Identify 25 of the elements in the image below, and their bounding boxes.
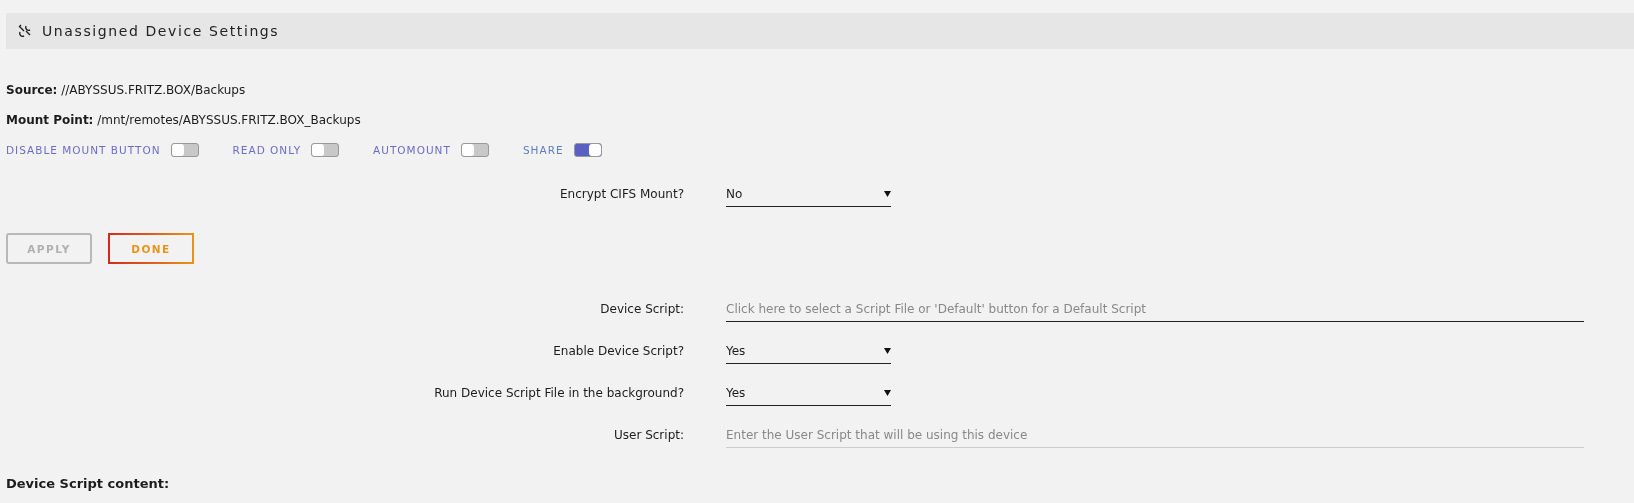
field-label: Run Device Script File in the background? xyxy=(433,386,684,400)
field-label: User Script: xyxy=(613,428,684,442)
section-heading: Device Script content: xyxy=(6,476,171,491)
toggle-switch[interactable] xyxy=(311,143,340,157)
header-title: Unassigned Device Settings xyxy=(42,23,280,39)
switch-label: SHARE xyxy=(522,144,564,156)
switch-label: DISABLE MOUNT BUTTON xyxy=(6,144,161,156)
switch-label: AUTOMOUNT xyxy=(373,144,451,156)
dropdown[interactable]: No xyxy=(726,181,891,207)
input-field[interactable]: Click here to select a Script File or 'Default' button for a Default Script xyxy=(726,296,1584,322)
switch-label: READ ONLY xyxy=(232,144,302,156)
caret-icon xyxy=(884,348,891,354)
info-line: Source: //ABYSSUS.FRITZ.BOX/Backups xyxy=(6,83,247,97)
tools-icon xyxy=(18,24,32,38)
caret-icon xyxy=(884,390,891,396)
toggle-switch[interactable] xyxy=(573,143,602,157)
info-line: Mount Point: /mnt/remotes/ABYSSUS.FRITZ.BOX_Backups xyxy=(6,113,362,127)
field-label: Enable Device Script? xyxy=(552,344,684,358)
toggle-switch[interactable] xyxy=(170,143,199,157)
dropdown[interactable]: Yes xyxy=(726,338,891,364)
caret-icon xyxy=(884,191,891,197)
toggle-switch[interactable] xyxy=(460,143,489,157)
field-label: Encrypt CIFS Mount? xyxy=(559,187,684,201)
field-label: Device Script: xyxy=(599,302,684,316)
dropdown[interactable]: Yes xyxy=(726,380,891,406)
